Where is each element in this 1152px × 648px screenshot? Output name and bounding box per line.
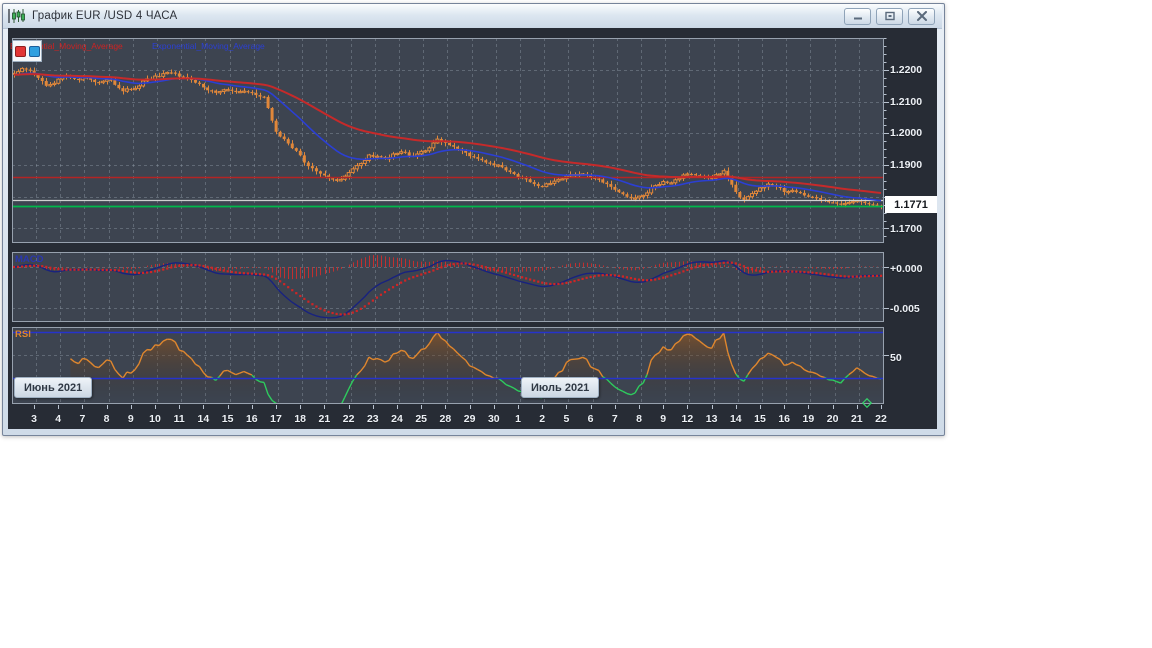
x-axis-day-label: 8 bbox=[636, 413, 642, 425]
month-badge-july: Июль 2021 bbox=[521, 377, 600, 398]
x-axis-day-label: 15 bbox=[754, 413, 766, 425]
x-axis-day-label: 16 bbox=[778, 413, 791, 425]
x-axis-day-label: 11 bbox=[173, 413, 185, 425]
candlestick-chart-icon bbox=[8, 8, 26, 24]
x-axis-day-label: 15 bbox=[221, 413, 234, 425]
x-axis-day-label: 25 bbox=[415, 413, 428, 425]
x-axis-day-label: 9 bbox=[127, 413, 134, 425]
x-axis-day-label: 20 bbox=[826, 413, 839, 425]
macd-panel-label: MACD bbox=[15, 254, 44, 265]
x-axis-day-label: 14 bbox=[197, 413, 210, 425]
macd-axis-tick: -0.005 bbox=[890, 302, 920, 315]
x-axis-day-label: 17 bbox=[270, 413, 282, 425]
x-axis-day-label: 2 bbox=[539, 413, 546, 425]
x-axis-day-label: 29 bbox=[463, 413, 476, 425]
blue-square-icon[interactable] bbox=[28, 45, 40, 57]
x-axis-day-label: 3 bbox=[31, 413, 37, 425]
red-square-icon[interactable] bbox=[14, 45, 26, 57]
rsi-axis-tick: 50 bbox=[890, 352, 902, 364]
ema-blue-legend: Exponential_Moving_Average bbox=[152, 41, 265, 51]
x-axis-day-label: 28 bbox=[439, 413, 452, 425]
price-chart-canvas[interactable] bbox=[8, 28, 937, 429]
x-axis-day-label: 9 bbox=[660, 413, 667, 425]
price-axis-tick: 1.1900 bbox=[890, 159, 923, 172]
x-axis-day-label: 6 bbox=[587, 413, 594, 425]
x-axis-day-label: 19 bbox=[802, 413, 815, 425]
x-axis-day-label: 7 bbox=[611, 413, 618, 425]
x-axis-day-label: 8 bbox=[103, 413, 110, 425]
x-axis-day-label: 22 bbox=[342, 413, 355, 425]
titlebar[interactable]: График EUR /USD 4 ЧАСА bbox=[3, 4, 942, 29]
x-axis-day-label: 1 bbox=[515, 413, 521, 425]
x-axis-day-label: 5 bbox=[563, 413, 570, 425]
x-axis-day-label: 18 bbox=[294, 413, 307, 425]
x-axis-day-label: 4 bbox=[55, 413, 62, 425]
x-axis-day-label: 12 bbox=[681, 413, 694, 425]
desktop: График EUR /USD 4 ЧАСА Exponential_Movin… bbox=[0, 0, 1152, 648]
x-axis-day-label: 10 bbox=[149, 413, 161, 425]
indicator-color-buttons[interactable] bbox=[12, 40, 42, 62]
x-axis-day-label: 16 bbox=[245, 413, 258, 425]
x-axis-day-label: 24 bbox=[391, 413, 403, 425]
rsi-panel-label: RSI bbox=[15, 329, 31, 340]
price-axis-tick: 1.1700 bbox=[890, 222, 923, 235]
x-axis-day-label: 30 bbox=[487, 413, 500, 425]
price-axis-tick: 1.2000 bbox=[890, 127, 923, 140]
restore-button[interactable] bbox=[876, 7, 903, 25]
window-controls bbox=[844, 7, 935, 25]
price-axis-tick: 1.2200 bbox=[890, 63, 923, 76]
x-axis-day-label: 23 bbox=[366, 413, 379, 425]
x-axis-day-label: 21 bbox=[318, 413, 331, 425]
x-axis-day-label: 14 bbox=[729, 413, 742, 425]
price-axis-tick: 1.2100 bbox=[890, 95, 923, 108]
minimize-button[interactable] bbox=[844, 7, 871, 25]
x-axis-day-label: 13 bbox=[705, 413, 718, 425]
window-title: График EUR /USD 4 ЧАСА bbox=[32, 10, 178, 22]
month-badge-june: Июнь 2021 bbox=[14, 377, 93, 398]
x-axis-day-label: 21 bbox=[850, 413, 863, 425]
current-price-box: 1.1771 bbox=[885, 196, 937, 213]
close-button[interactable] bbox=[908, 7, 935, 25]
chart-client-area: Exponential_Moving_Average Exponential_M… bbox=[8, 28, 937, 429]
x-axis-day-label: 7 bbox=[79, 413, 86, 425]
macd-axis-tick: +0.000 bbox=[890, 262, 923, 275]
x-axis-day-label: 22 bbox=[875, 413, 887, 425]
